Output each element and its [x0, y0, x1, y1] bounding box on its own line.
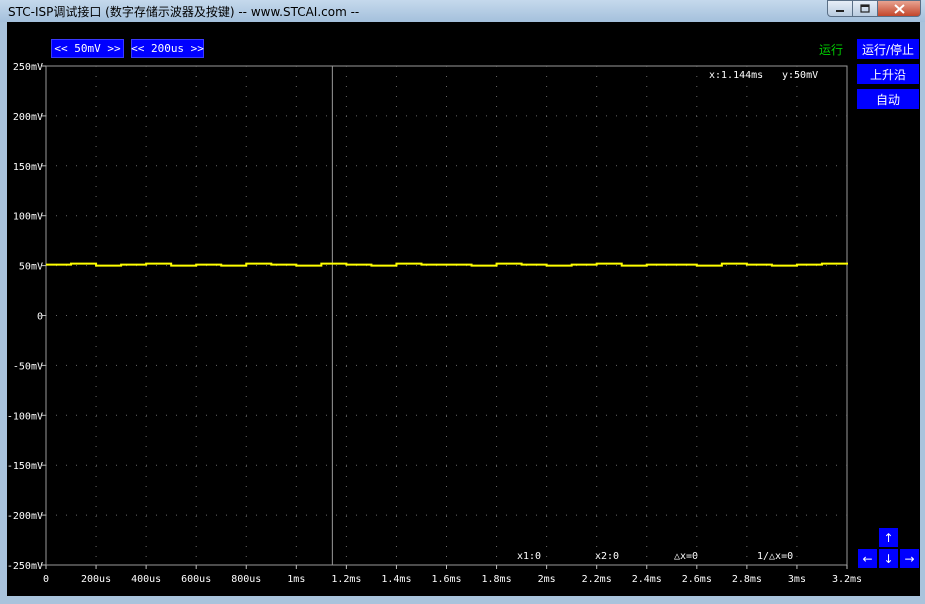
x-tick-label: 3ms [788, 574, 806, 585]
maximize-icon[interactable] [852, 0, 878, 17]
y-tick-label: 150mV [13, 162, 43, 173]
close-icon[interactable] [877, 0, 921, 17]
x-tick-label: 2.8ms [732, 574, 762, 585]
x-tick-label: 1.4ms [381, 574, 411, 585]
y-tick-label: 200mV [13, 112, 43, 123]
y-tick-label: 50mV [19, 262, 43, 273]
scope-display: << 50mV >> << 200us >> 运行 运行/停止 上升沿 自动 ↑… [7, 22, 920, 596]
minimize-icon[interactable] [827, 0, 853, 17]
x-tick-label: 400us [131, 574, 161, 585]
y-tick-label: 100mV [13, 212, 43, 223]
x-tick-label: 1ms [287, 574, 305, 585]
y-tick-label: -50mV [13, 361, 43, 372]
x-tick-label: 1.2ms [331, 574, 361, 585]
waveform-plot[interactable]: 0 200us 400us 600us 800us 1ms 1.2ms 1.4ms 1.6ms 1… [7, 22, 920, 596]
y-tick-label: 0 [37, 312, 43, 323]
x-tick-label: 0 [43, 574, 49, 585]
window-controls [827, 0, 921, 18]
x-tick-label: 2ms [538, 574, 556, 585]
x-tick-label: 600us [181, 574, 211, 585]
x-tick-label: 2.4ms [632, 574, 662, 585]
y-tick-label: -150mV [7, 461, 43, 472]
x-tick-label: 200us [81, 574, 111, 585]
x-tick-label: 1.8ms [482, 574, 512, 585]
window-title: STC-ISP调试接口 (数字存储示波器及按键) -- www.STCAI.co… [8, 5, 360, 19]
x-tick-label: 2.6ms [682, 574, 712, 585]
x-tick-label: 1.6ms [431, 574, 461, 585]
oscilloscope-window: STC-ISP调试接口 (数字存储示波器及按键) -- www.STCAI.co… [0, 0, 925, 604]
x-tick-label: 800us [231, 574, 261, 585]
title-bar[interactable]: STC-ISP调试接口 (数字存储示波器及按键) -- www.STCAI.co… [0, 0, 925, 22]
y-tick-label: -250mV [7, 561, 43, 572]
x-tick-label: 2.2ms [582, 574, 612, 585]
x-tick-label: 3.2ms [832, 574, 862, 585]
y-tick-label: 250mV [13, 62, 43, 73]
status-strip [0, 596, 925, 604]
y-tick-label: -200mV [7, 511, 43, 522]
y-tick-label: -100mV [7, 411, 43, 422]
